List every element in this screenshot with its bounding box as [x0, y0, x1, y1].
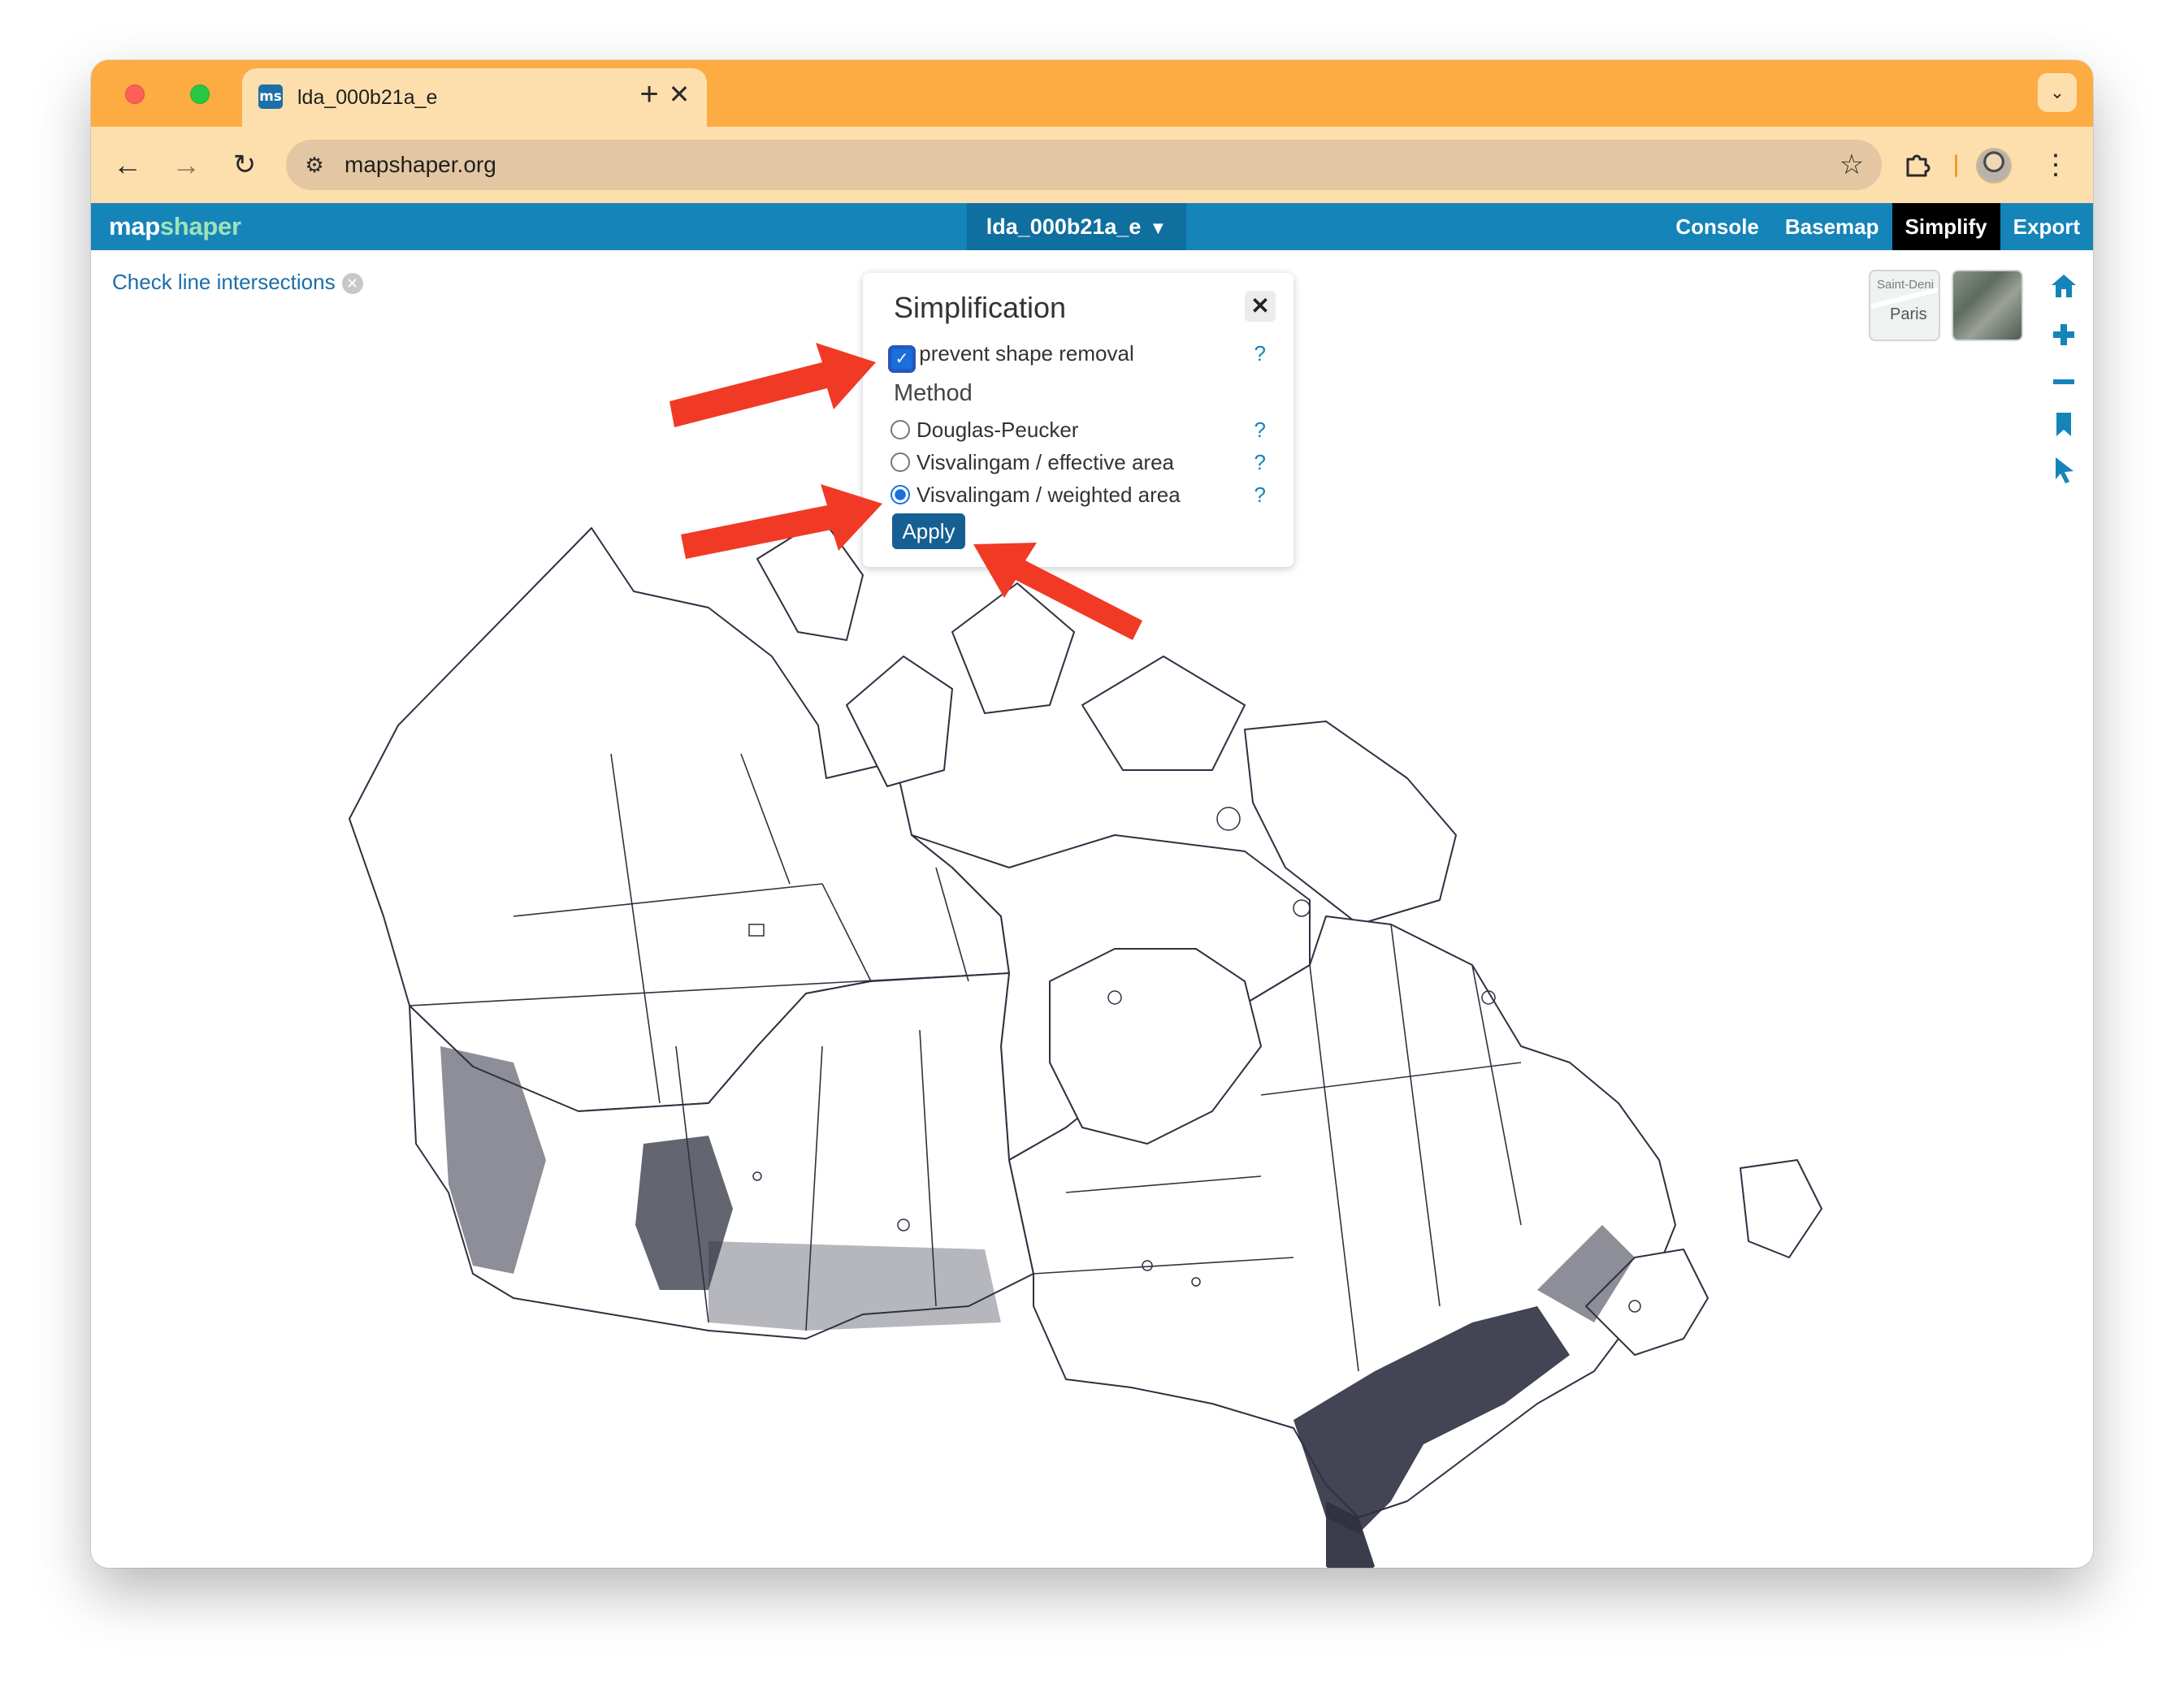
- intersections-label[interactable]: Check line intersections: [112, 270, 336, 294]
- apply-button[interactable]: Apply: [892, 513, 965, 549]
- tab-search-chevron-icon[interactable]: ⌄: [2038, 73, 2077, 112]
- zoom-in-icon[interactable]: [2048, 320, 2080, 353]
- browser-toolbar: ← → ↻ ⚙ mapshaper.org ☆ ⋮: [91, 127, 2093, 203]
- map-lake: [1216, 807, 1241, 831]
- method-label: Method: [894, 380, 973, 406]
- extensions-puzzle-icon[interactable]: [1896, 145, 1937, 185]
- dismiss-circle-icon[interactable]: ✕: [341, 273, 363, 295]
- maximize-window-button[interactable]: [190, 84, 210, 104]
- radio-unselected-icon[interactable]: [890, 452, 910, 472]
- basemap-satellite-thumbnail[interactable]: [1953, 271, 2022, 340]
- basemap-label-top: Saint-Deni: [1877, 278, 1935, 292]
- map-polygon-arctic-island: [756, 517, 864, 641]
- radio-unselected-icon[interactable]: [890, 420, 910, 439]
- basemap-button[interactable]: Basemap: [1772, 203, 1892, 250]
- map-polygon-arctic-island: [1081, 656, 1246, 771]
- home-icon[interactable]: [2048, 271, 2080, 304]
- reload-icon[interactable]: ↻: [224, 145, 265, 185]
- basemap-label-main: Paris: [1890, 305, 1927, 323]
- help-icon[interactable]: ?: [1254, 341, 1266, 366]
- prevent-shape-removal-label[interactable]: prevent shape removal: [919, 341, 1133, 366]
- panel-title: Simplification: [894, 291, 1067, 324]
- help-icon[interactable]: ?: [1254, 450, 1266, 475]
- method-douglas-peucker[interactable]: Douglas-Peucker: [890, 418, 1078, 443]
- prevent-shape-removal-option[interactable]: ✓ prevent shape removal: [890, 341, 1134, 370]
- method-label-vea[interactable]: Visvalingam / effective area: [916, 450, 1174, 474]
- forward-arrow-icon[interactable]: →: [166, 145, 206, 185]
- method-label-dp[interactable]: Douglas-Peucker: [916, 418, 1078, 442]
- simplification-panel: Simplification ✕ ✓ prevent shape removal…: [863, 273, 1294, 567]
- export-button[interactable]: Export: [2000, 203, 2093, 250]
- method-visvalingam-effective[interactable]: Visvalingam / effective area: [890, 450, 1174, 475]
- help-icon[interactable]: ?: [1254, 418, 1266, 443]
- layer-menu-button[interactable]: lda_000b21a_e ▼: [967, 203, 1186, 250]
- tab-strip: ms lda_000b21a_e ✕ + ⌄: [91, 60, 2093, 127]
- browser-menu-icon[interactable]: ⋮: [2039, 145, 2072, 185]
- map-polygon-arctic-island: [951, 582, 1075, 714]
- address-bar[interactable]: ⚙ mapshaper.org ☆: [286, 140, 1882, 190]
- layer-name: lda_000b21a_e: [986, 214, 1142, 239]
- checkmark-icon[interactable]: ✓: [890, 348, 913, 370]
- close-window-button[interactable]: [125, 84, 145, 104]
- pointer-icon[interactable]: [2048, 455, 2080, 487]
- url-text[interactable]: mapshaper.org: [344, 152, 496, 178]
- bookmark-star-icon[interactable]: ☆: [1833, 146, 1870, 184]
- basemap-street-thumbnail[interactable]: Saint-Deni Paris: [1870, 271, 1939, 340]
- browser-window: ms lda_000b21a_e ✕ + ⌄ ← → ↻ ⚙ mapshaper…: [91, 60, 2093, 1568]
- close-icon[interactable]: ✕: [1245, 291, 1276, 322]
- mapshaper-favicon-icon: ms: [258, 84, 283, 109]
- mapshaper-nav: Console Basemap Simplify Export: [1662, 203, 2093, 250]
- toolbar-divider: [1955, 154, 1957, 177]
- map-polygon-arctic-island: [846, 656, 953, 787]
- check-line-intersections-link[interactable]: Check line intersections ✕: [112, 270, 363, 295]
- profile-avatar[interactable]: [1978, 149, 2010, 182]
- mapshaper-header: mapshaper lda_000b21a_e ▼ Console Basemap…: [91, 203, 2093, 250]
- simplify-button[interactable]: Simplify: [1892, 203, 2000, 250]
- method-visvalingam-weighted[interactable]: Visvalingam / weighted area: [890, 483, 1181, 508]
- radio-selected-icon[interactable]: [890, 485, 910, 504]
- tab-close-icon[interactable]: ✕: [663, 78, 696, 110]
- new-tab-button[interactable]: +: [630, 76, 668, 114]
- zoom-out-icon[interactable]: [2048, 366, 2080, 398]
- map-polygon-newfoundland: [1740, 1159, 1822, 1258]
- site-settings-icon[interactable]: ⚙: [301, 151, 328, 179]
- back-arrow-icon[interactable]: ←: [107, 145, 148, 185]
- caret-down-icon: ▼: [1149, 218, 1168, 238]
- mapshaper-logo: mapshaper: [109, 212, 241, 240]
- tab-title: lda_000b21a_e: [297, 86, 438, 109]
- method-label-vwa[interactable]: Visvalingam / weighted area: [916, 483, 1181, 507]
- map-dense-area-prairies: [708, 1241, 1001, 1331]
- console-button[interactable]: Console: [1662, 203, 1772, 250]
- help-icon[interactable]: ?: [1254, 483, 1266, 508]
- bookmark-icon[interactable]: [2048, 409, 2080, 442]
